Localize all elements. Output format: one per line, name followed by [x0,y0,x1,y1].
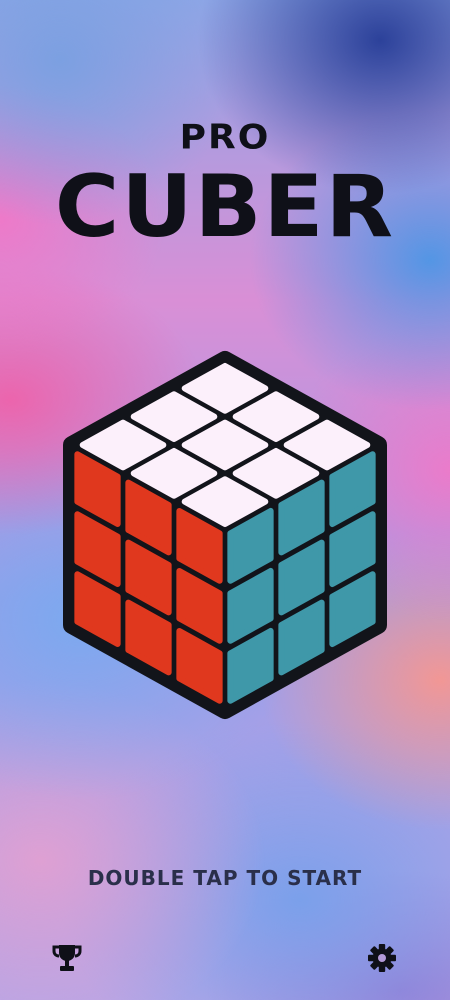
title-cuber: CUBER [54,157,396,257]
cube-graphic[interactable] [52,351,398,720]
app-title: PRO CUBER [0,120,450,250]
gear-icon [368,944,396,972]
trophy-icon [52,945,82,971]
start-hint: DOUBLE TAP TO START [87,866,363,890]
settings-button[interactable] [364,940,400,976]
rubiks-cube[interactable] [52,351,398,720]
title-pro: PRO [179,118,271,157]
leaderboard-button[interactable] [49,940,85,976]
